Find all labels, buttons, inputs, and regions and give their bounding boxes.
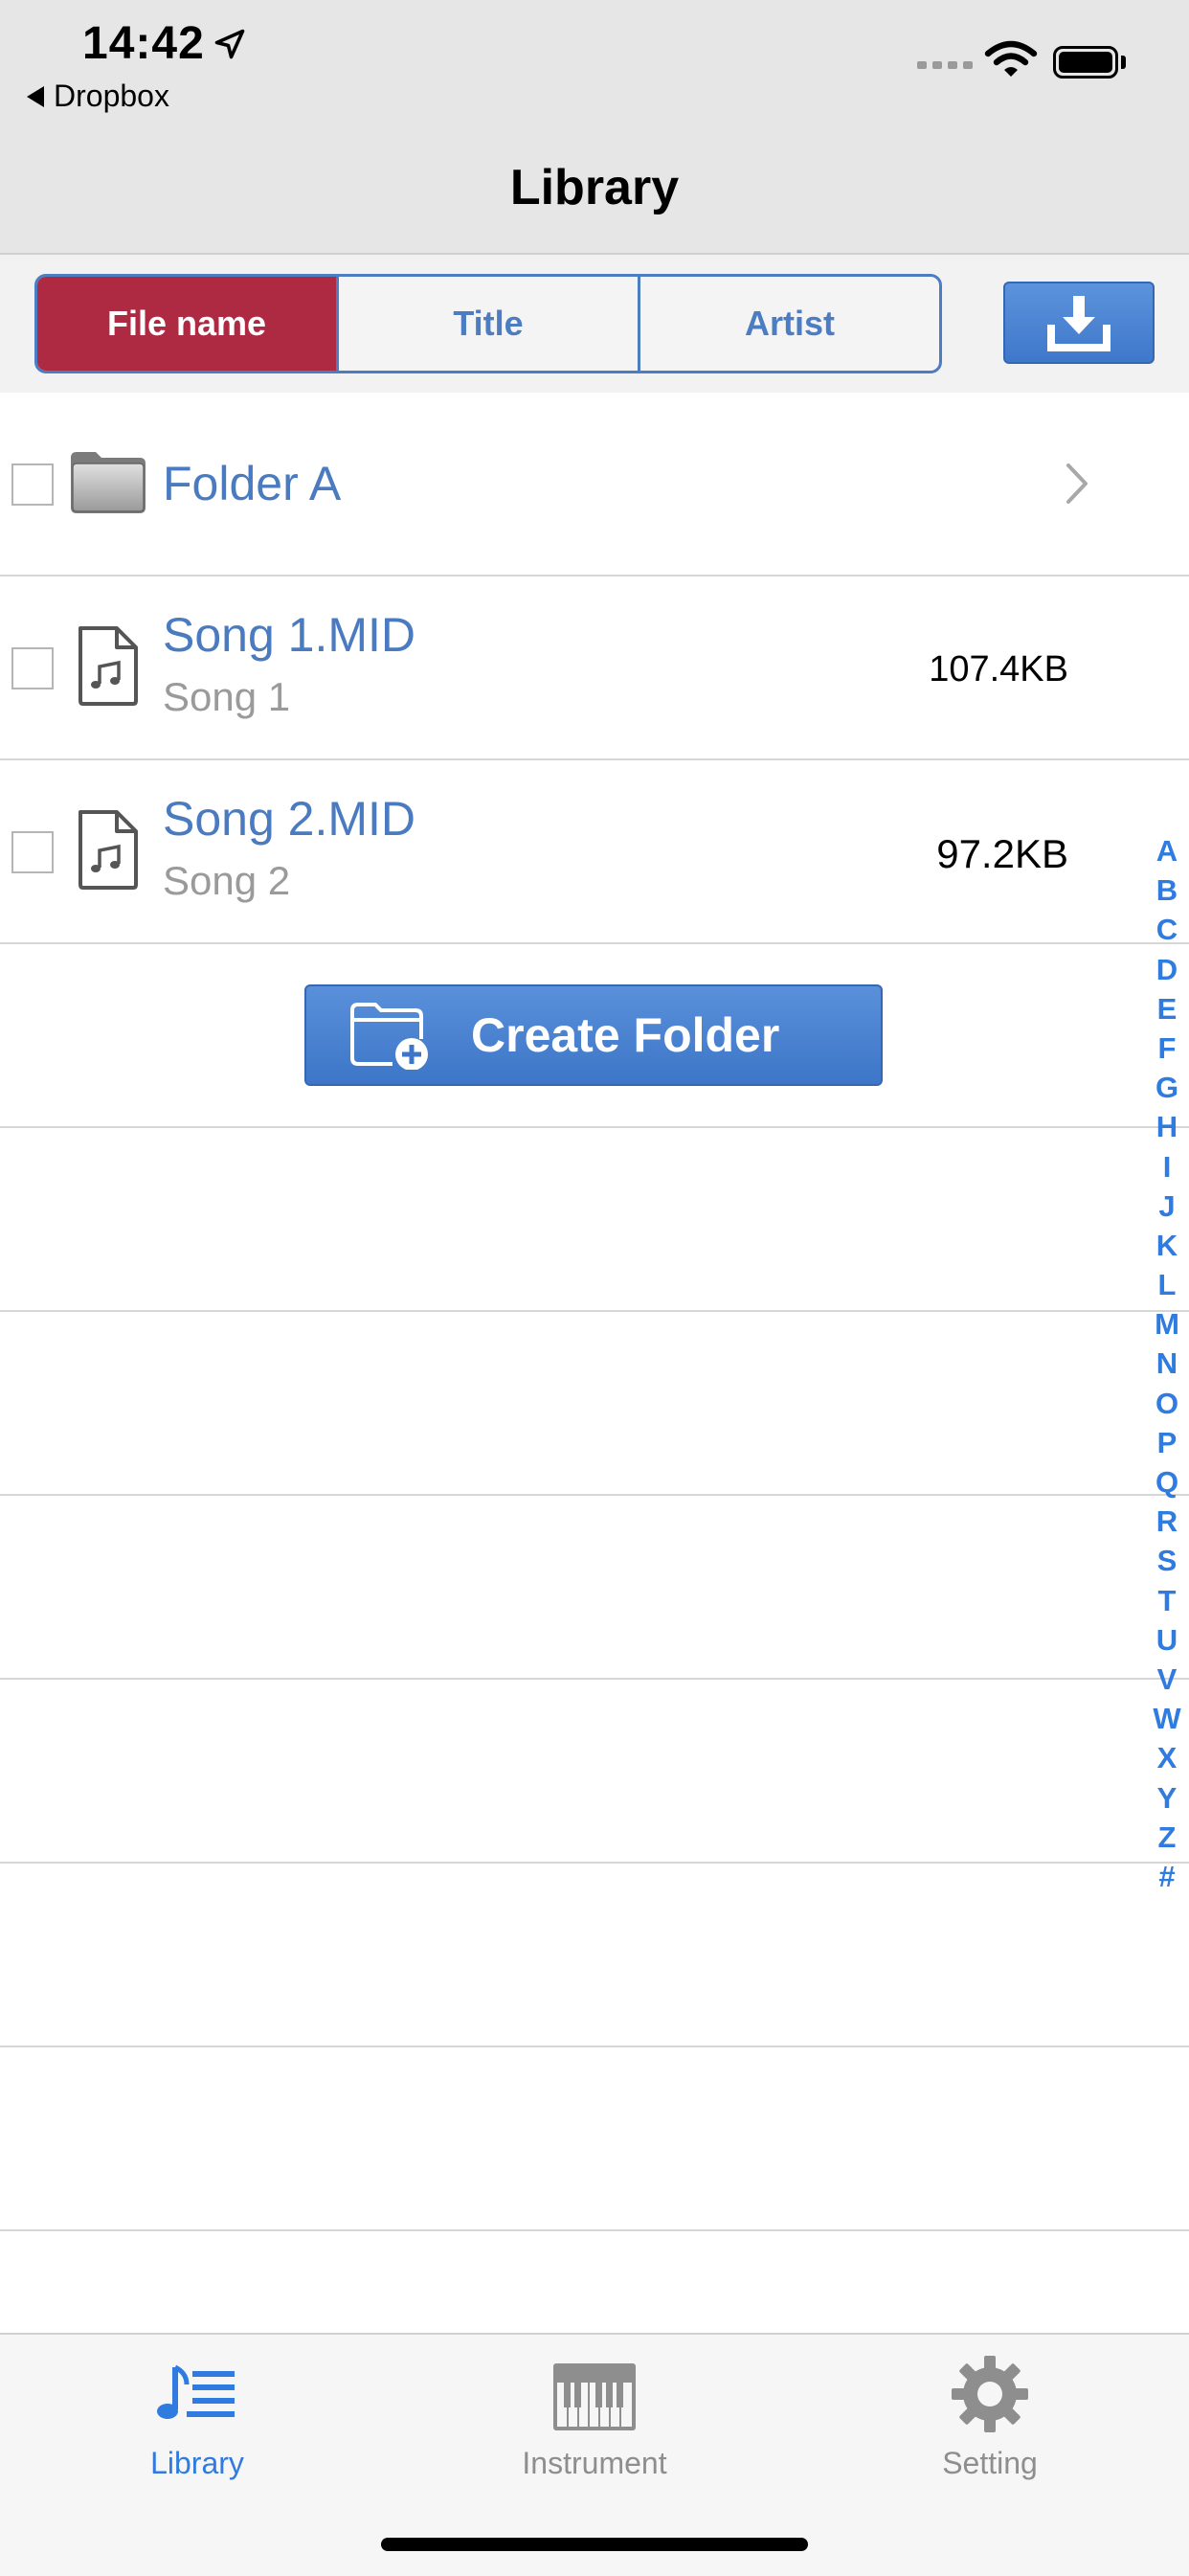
index-letter[interactable]: T — [1158, 1581, 1177, 1620]
index-letter[interactable]: R — [1156, 1502, 1178, 1541]
index-letter[interactable]: M — [1155, 1304, 1179, 1344]
index-letter[interactable]: X — [1157, 1738, 1178, 1777]
folder-icon — [71, 452, 146, 513]
index-letter[interactable]: J — [1158, 1186, 1175, 1226]
index-letter[interactable]: U — [1156, 1620, 1178, 1660]
cellular-signal-icon — [917, 61, 973, 69]
download-icon — [1047, 296, 1110, 351]
sort-by-title[interactable]: Title — [339, 277, 640, 371]
piano-keys-icon — [553, 2363, 636, 2430]
tab-setting[interactable]: Setting — [846, 2354, 1133, 2481]
select-checkbox[interactable] — [11, 463, 54, 506]
tab-instrument-label: Instrument — [522, 2446, 667, 2480]
select-checkbox[interactable] — [11, 831, 54, 873]
index-letter[interactable]: K — [1156, 1226, 1178, 1265]
sort-by-file-name[interactable]: File name — [37, 277, 339, 371]
row-separator — [0, 2229, 1189, 2231]
index-letter[interactable]: C — [1156, 910, 1178, 949]
index-letter[interactable]: P — [1157, 1423, 1178, 1462]
back-label: Dropbox — [54, 79, 169, 113]
sort-segmented-control: File name Title Artist — [34, 274, 942, 373]
back-to-dropbox-link[interactable]: Dropbox — [27, 79, 169, 114]
index-letter[interactable]: Y — [1157, 1778, 1178, 1818]
list-item-folder[interactable]: Folder A — [0, 393, 1189, 576]
music-file-icon — [79, 626, 138, 706]
list-item-file[interactable]: Song 2.MID Song 2 97.2KB — [0, 760, 1189, 944]
index-letter[interactable]: W — [1153, 1699, 1180, 1738]
index-letter[interactable]: I — [1163, 1147, 1172, 1186]
index-letter[interactable]: O — [1155, 1384, 1178, 1423]
tab-library-label: Library — [150, 2446, 244, 2480]
tab-library[interactable]: Library — [54, 2354, 341, 2481]
status-time: 14:42 — [82, 18, 205, 69]
sort-toolbar: File name Title Artist — [0, 255, 1189, 393]
row-separator — [0, 1126, 1189, 1128]
file-size: 107.4KB — [929, 649, 1068, 689]
download-button[interactable] — [1003, 282, 1155, 364]
row-separator — [0, 1310, 1189, 1312]
back-arrow-icon — [27, 85, 44, 107]
music-list-icon — [157, 2364, 235, 2419]
row-separator — [0, 1862, 1189, 1864]
index-letter[interactable]: A — [1156, 831, 1178, 870]
select-checkbox[interactable] — [11, 647, 54, 689]
index-letter[interactable]: S — [1157, 1541, 1178, 1580]
wifi-icon — [984, 40, 1038, 77]
tab-setting-label: Setting — [942, 2446, 1038, 2480]
file-title: Song 2 — [163, 858, 291, 903]
index-letter[interactable]: N — [1156, 1344, 1178, 1383]
tab-instrument[interactable]: Instrument — [451, 2354, 738, 2481]
section-index-bar[interactable]: A B C D E F G H I J K L M N O P Q R S T … — [1147, 831, 1187, 1896]
file-title: Song 1 — [163, 674, 291, 719]
index-letter[interactable]: Q — [1155, 1462, 1178, 1502]
music-file-icon — [79, 810, 138, 890]
index-letter[interactable]: G — [1155, 1068, 1178, 1107]
create-folder-button[interactable]: Create Folder — [304, 984, 883, 1086]
create-folder-label: Create Folder — [471, 1008, 780, 1062]
index-letter[interactable]: L — [1158, 1265, 1177, 1304]
index-letter[interactable]: F — [1158, 1028, 1177, 1068]
top-bar: 14:42 Dropbox Library — [0, 0, 1189, 255]
chevron-right-icon — [1066, 463, 1088, 504]
battery-icon — [1053, 46, 1118, 79]
list-item-file[interactable]: Song 1.MID Song 1 107.4KB — [0, 576, 1189, 760]
index-letter[interactable]: Z — [1158, 1818, 1177, 1857]
file-name: Song 2.MID — [163, 792, 416, 846]
file-size: 97.2KB — [936, 831, 1068, 876]
folder-add-icon — [350, 1003, 428, 1070]
index-letter[interactable]: D — [1156, 950, 1178, 989]
page-title: Library — [509, 160, 680, 215]
index-letter[interactable]: B — [1156, 870, 1178, 910]
sort-by-artist[interactable]: Artist — [640, 277, 939, 371]
row-separator — [0, 2045, 1189, 2047]
location-arrow-icon — [214, 29, 245, 59]
row-separator — [0, 1678, 1189, 1680]
row-separator — [0, 1494, 1189, 1496]
index-letter[interactable]: # — [1158, 1857, 1175, 1896]
folder-name: Folder A — [163, 457, 342, 510]
file-name: Song 1.MID — [163, 608, 416, 662]
index-letter[interactable]: H — [1156, 1107, 1178, 1146]
home-indicator — [381, 2538, 808, 2551]
index-letter[interactable]: V — [1157, 1660, 1178, 1699]
index-letter[interactable]: E — [1157, 989, 1178, 1028]
gear-icon — [952, 2356, 1028, 2432]
